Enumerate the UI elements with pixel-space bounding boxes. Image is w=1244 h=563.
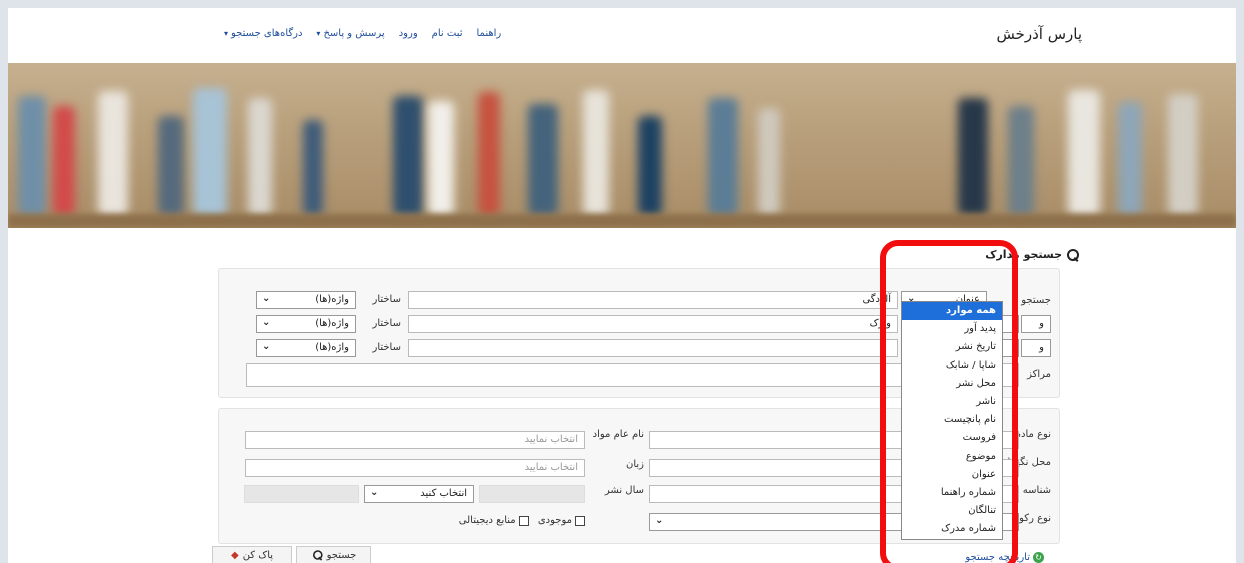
banner-image [8, 63, 1236, 228]
main-nav: درگاه‌های جستجو▾ پرسش و پاسخ▾ ورود ثبت ن… [224, 28, 501, 39]
structure-select-3[interactable]: واژه(ها) ⌄ [256, 339, 356, 357]
site-brand[interactable]: پارس آذرخش [996, 25, 1082, 43]
year-from-input[interactable] [479, 485, 585, 503]
search-title: جستجو مدارک [985, 248, 1079, 261]
general-material-input[interactable]: انتخاب نمایید [245, 431, 585, 449]
search-term-1[interactable]: آلودگی [408, 291, 898, 309]
centers-label: مراکز [1027, 369, 1051, 380]
search-icon [312, 550, 323, 560]
digital-checkbox[interactable]: منابع دیجیتالی [459, 515, 529, 526]
search-history-link[interactable]: ↻ تاریخچه جستجو [965, 552, 1044, 563]
year-label: سال نشر [604, 485, 644, 496]
nav-qa[interactable]: پرسش و پاسخ▾ [316, 28, 384, 39]
chevron-down-icon: ▾ [316, 29, 321, 38]
nav-help[interactable]: راهنما [477, 28, 502, 39]
chevron-down-icon: ⌄ [655, 515, 664, 526]
search-row-label: جستجو [1021, 295, 1051, 306]
search-button[interactable]: جستجو [296, 546, 371, 563]
general-material-label: نام عام مواد [592, 429, 644, 440]
dropdown-option[interactable]: شاپا / شابک [902, 357, 1002, 375]
chevron-down-icon: ⌄ [262, 317, 271, 328]
structure-label: ساختار [372, 294, 401, 305]
structure-select-1[interactable]: واژه(ها) ⌄ [256, 291, 356, 309]
top-bar: پارس آذرخش درگاه‌های جستجو▾ پرسش و پاسخ▾… [8, 8, 1236, 63]
operator-select-2[interactable]: و [1021, 339, 1051, 357]
search-term-3[interactable] [408, 339, 898, 357]
dropdown-option[interactable]: محل نشر [902, 375, 1002, 393]
dropdown-option[interactable]: فروست [902, 429, 1002, 447]
chevron-down-icon: ▾ [224, 29, 229, 38]
dropdown-option[interactable]: تنالگان [902, 502, 1002, 520]
dropdown-option[interactable]: پدید آور [902, 320, 1002, 338]
dropdown-option[interactable]: شماره مدرک [902, 520, 1002, 538]
clear-button[interactable]: پاک کن ◆ [212, 546, 292, 563]
checkboxes: موجودی منابع دیجیتالی [459, 515, 585, 529]
year-to-input[interactable] [244, 485, 359, 503]
availability-checkbox[interactable]: موجودی [538, 515, 585, 526]
year-mode-select[interactable]: انتخاب کنید ⌄ [364, 485, 474, 503]
material-type-label: نوع ماده [1015, 429, 1051, 440]
dropdown-option[interactable]: موضوع [902, 448, 1002, 466]
dropdown-option[interactable]: ناشر [902, 393, 1002, 411]
search-icon [1066, 248, 1079, 261]
nav-search-portals[interactable]: درگاه‌های جستجو▾ [224, 28, 302, 39]
dropdown-option[interactable]: نام پانچیست [902, 411, 1002, 429]
eraser-icon: ◆ [230, 549, 239, 561]
search-term-2[interactable]: وارک [408, 315, 898, 333]
structure-select-2[interactable]: واژه(ها) ⌄ [256, 315, 356, 333]
nav-login[interactable]: ورود [399, 28, 418, 39]
language-label: زبان [625, 459, 644, 470]
language-input[interactable]: انتخاب نمایید [245, 459, 585, 477]
history-icon: ↻ [1033, 552, 1044, 563]
dropdown-option[interactable]: عنوان [902, 466, 1002, 484]
page: پارس آذرخش درگاه‌های جستجو▾ پرسش و پاسخ▾… [8, 8, 1236, 563]
chevron-down-icon: ⌄ [370, 487, 379, 498]
structure-label: ساختار [372, 342, 401, 353]
dropdown-option[interactable]: همه موارد [902, 302, 1002, 321]
dropdown-option[interactable]: تاریخ نشر [902, 338, 1002, 356]
operator-select-1[interactable]: و [1021, 315, 1051, 333]
dropdown-option[interactable]: شماره راهنما [902, 484, 1002, 502]
structure-label: ساختار [372, 318, 401, 329]
chevron-down-icon: ⌄ [262, 293, 271, 304]
chevron-down-icon: ⌄ [262, 341, 271, 352]
field-dropdown-list[interactable]: همه موارد پدید آور تاریخ نشر شاپا / شابک… [901, 301, 1003, 540]
nav-register[interactable]: ثبت نام [432, 28, 463, 39]
